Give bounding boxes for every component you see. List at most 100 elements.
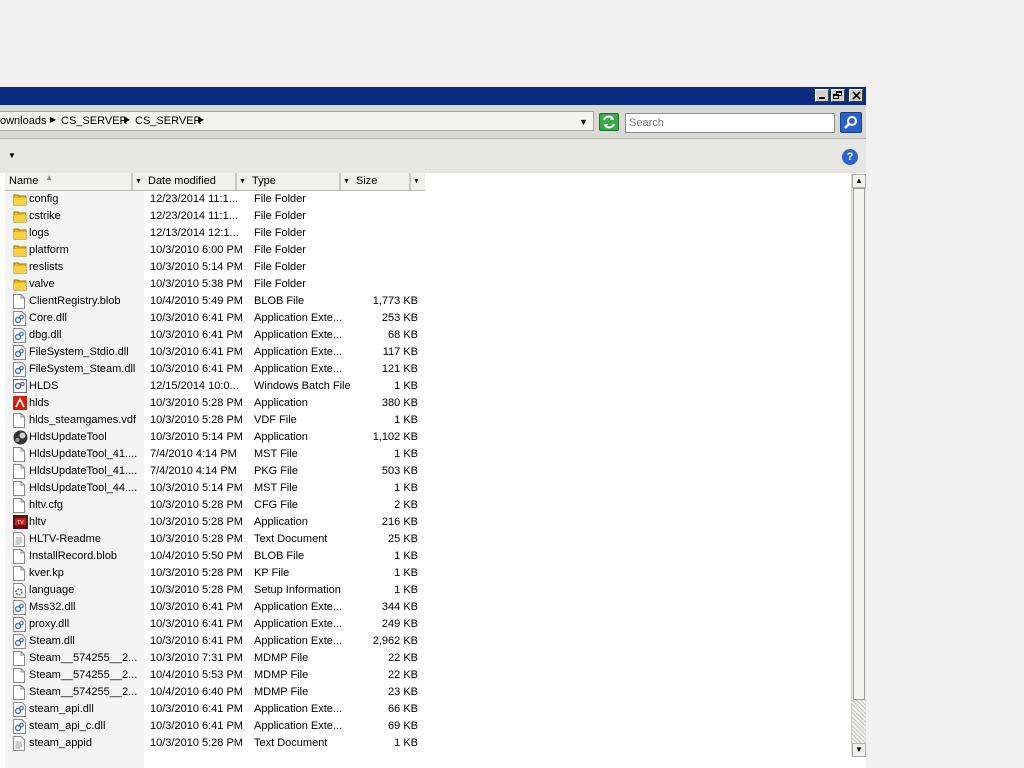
breadcrumb-arrow-icon[interactable]: ▶ — [198, 115, 204, 124]
file-row[interactable]: InstallRecord.blob 10/4/2010 5:50 PM BLOB … — [5, 548, 425, 565]
file-row[interactable]: steam_appid 10/3/2010 5:28 PM Text Documen… — [5, 735, 425, 752]
file-row[interactable]: HldsUpdateTool_41.... 7/4/2010 4:14 PM MST… — [5, 446, 425, 463]
address-bar: ownloads ▶ CS_SERVER ▶ CS_SERVER ▶ ▼ — [0, 105, 866, 139]
file-row[interactable]: proxy.dll 10/3/2010 6:41 PM Application Ex… — [5, 616, 425, 633]
column-size[interactable]: Size — [352, 173, 410, 190]
file-date-modified: 10/3/2010 5:38 PM — [150, 278, 243, 290]
file-row[interactable]: config 12/23/2014 11:1... File Folder — [5, 191, 425, 208]
refresh-button[interactable] — [599, 113, 619, 131]
column-type-filter-icon[interactable]: ▼ — [340, 173, 352, 190]
file-date-modified: 10/3/2010 5:28 PM — [150, 414, 243, 426]
folder-icon — [13, 192, 27, 207]
file-row[interactable]: reslists 10/3/2010 5:14 PM File Folder — [5, 259, 425, 276]
file-row[interactable]: FileSystem_Steam.dll 10/3/2010 6:41 PM App… — [5, 361, 425, 378]
file-row[interactable]: cstrike 12/23/2014 11:1... File Folder — [5, 208, 425, 225]
file-icon — [13, 481, 27, 496]
breadcrumb-arrow-icon[interactable]: ▶ — [124, 115, 130, 124]
file-row[interactable]: FileSystem_Stdio.dll 10/3/2010 6:41 PM App… — [5, 344, 425, 361]
breadcrumb-cs-server-1[interactable]: CS_SERVER — [61, 115, 127, 127]
file-icon — [13, 668, 27, 683]
scroll-down-button[interactable]: ▼ — [852, 743, 866, 757]
column-name[interactable]: Name — [5, 173, 132, 190]
file-row[interactable]: dbg.dll 10/3/2010 6:41 PM Application Exte… — [5, 327, 425, 344]
file-row[interactable]: steam_api.dll 10/3/2010 6:41 PM Applicatio… — [5, 701, 425, 718]
file-row[interactable]: ClientRegistry.blob 10/4/2010 5:49 PM BLOB… — [5, 293, 425, 310]
help-button[interactable]: ? — [842, 149, 858, 165]
file-type: File Folder — [254, 210, 306, 222]
file-type: MDMP File — [254, 652, 309, 664]
file-date-modified: 10/3/2010 6:41 PM — [150, 618, 243, 630]
file-size: 2 KB — [394, 499, 418, 511]
file-size — [355, 225, 418, 242]
file-date-modified: 12/23/2014 11:1... — [150, 193, 238, 205]
file-date-modified: 10/3/2010 6:41 PM — [150, 635, 243, 647]
explorer-window: ownloads ▶ CS_SERVER ▶ CS_SERVER ▶ ▼ ▼ — [0, 87, 866, 768]
column-size-filter-icon[interactable]: ▼ — [410, 173, 422, 190]
column-date-modified[interactable]: Date modified — [144, 173, 236, 190]
close-button[interactable] — [849, 89, 863, 102]
file-size: 1 KB — [394, 414, 418, 426]
file-date-modified: 10/3/2010 5:14 PM — [150, 431, 243, 443]
dll-icon — [13, 702, 27, 717]
file-name: FileSystem_Stdio.dll — [29, 346, 129, 358]
breadcrumb-cs-server-2[interactable]: CS_SERVER — [135, 115, 201, 127]
file-type: Application — [254, 431, 308, 443]
file-row[interactable]: hltv.cfg 10/3/2010 5:28 PM CFG File 2 KB — [5, 497, 425, 514]
file-size: 2,962 KB — [372, 635, 418, 647]
file-type: Application Exte... — [254, 601, 343, 613]
address-dropdown-icon[interactable]: ▼ — [579, 117, 588, 127]
file-row[interactable]: HLDS 12/15/2014 10:0... Windows Batch File… — [5, 378, 425, 395]
file-size: 69 KB — [388, 720, 418, 732]
breadcrumb-downloads[interactable]: ownloads — [0, 115, 46, 127]
column-type[interactable]: Type — [248, 173, 340, 190]
file-row[interactable]: steam_api_c.dll 10/3/2010 6:41 PM Applicat… — [5, 718, 425, 735]
file-size: 23 KB — [388, 686, 418, 698]
scroll-thumb[interactable] — [853, 188, 865, 700]
file-row[interactable]: language 10/3/2010 5:28 PM Setup Informati… — [5, 582, 425, 599]
file-type: File Folder — [254, 244, 306, 256]
file-size: 1 KB — [394, 584, 418, 596]
file-row[interactable]: hlds 10/3/2010 5:28 PM Application 380 KB — [5, 395, 425, 412]
file-name: proxy.dll — [29, 618, 70, 630]
file-row[interactable]: Steam__574255__2... 10/4/2010 5:53 PM MDMP… — [5, 667, 425, 684]
file-size: 1 KB — [394, 567, 418, 579]
file-row[interactable]: valve 10/3/2010 5:38 PM File Folder — [5, 276, 425, 293]
file-row[interactable]: platform 10/3/2010 6:00 PM File Folder — [5, 242, 425, 259]
file-type: BLOB File — [254, 550, 305, 562]
search-button[interactable] — [840, 112, 862, 133]
file-row[interactable]: hlds_steamgames.vdf 10/3/2010 5:28 PM VDF … — [5, 412, 425, 429]
scroll-track[interactable] — [852, 700, 866, 743]
vertical-scrollbar[interactable]: ▲ ▼ — [851, 174, 866, 757]
file-row[interactable]: TV hltv 10/3/2010 5:28 PM Application 216 KB — [5, 514, 425, 531]
file-name: HldsUpdateTool — [29, 431, 107, 443]
file-row[interactable]: HldsUpdateTool_41.... 7/4/2010 4:14 PM PKG… — [5, 463, 425, 480]
file-row[interactable]: Steam__574255__2... 10/3/2010 7:31 PM MDMP… — [5, 650, 425, 667]
search-input[interactable] — [625, 113, 835, 133]
file-row[interactable]: HldsUpdateTool_44.... 10/3/2010 5:14 PM MS… — [5, 480, 425, 497]
file-row[interactable]: logs 12/13/2014 12:1... File Folder — [5, 225, 425, 242]
maximize-button[interactable] — [831, 89, 845, 102]
file-row[interactable]: Steam.dll 10/3/2010 6:41 PM Application Ex… — [5, 633, 425, 650]
file-row[interactable]: HLTV-Readme 10/3/2010 5:28 PM Text Documen… — [5, 531, 425, 548]
title-bar[interactable] — [0, 87, 866, 105]
file-row[interactable]: Core.dll 10/3/2010 6:41 PM Application Ext… — [5, 310, 425, 327]
breadcrumb-arrow-icon[interactable]: ▶ — [50, 115, 56, 124]
file-name: Steam__574255__2... — [29, 652, 138, 664]
file-row[interactable]: Steam__574255__2... 10/4/2010 6:40 PM MDMP… — [5, 684, 425, 701]
file-size: 380 KB — [381, 397, 418, 409]
file-row[interactable]: kver.kp 10/3/2010 5:28 PM KP File 1 KB — [5, 565, 425, 582]
column-date-filter-icon[interactable]: ▼ — [236, 173, 248, 190]
file-icon — [13, 549, 27, 564]
folder-icon — [13, 243, 27, 258]
file-row[interactable]: Mss32.dll 10/3/2010 6:41 PM Application Ex… — [5, 599, 425, 616]
file-date-modified: 10/3/2010 6:41 PM — [150, 346, 243, 358]
file-date-modified: 10/3/2010 6:41 PM — [150, 363, 243, 375]
file-size — [355, 276, 418, 293]
column-name-filter-icon[interactable]: ▼ — [132, 173, 144, 190]
scroll-up-button[interactable]: ▲ — [852, 174, 866, 188]
file-type: CFG File — [254, 499, 298, 511]
file-row[interactable]: HldsUpdateTool 10/3/2010 5:14 PM Applicati… — [5, 429, 425, 446]
minimize-button[interactable] — [815, 89, 829, 102]
address-field[interactable]: ownloads ▶ CS_SERVER ▶ CS_SERVER ▶ ▼ — [0, 111, 594, 131]
organize-dropdown-icon[interactable]: ▼ — [8, 151, 16, 160]
